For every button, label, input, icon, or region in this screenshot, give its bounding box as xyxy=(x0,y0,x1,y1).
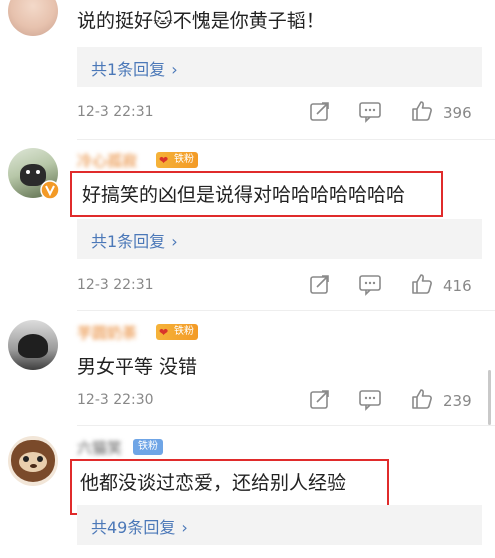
comment-time: 12-3 22:30 xyxy=(77,392,154,408)
reply-box: 共49条回复 › xyxy=(77,505,482,545)
username[interactable]: 六猫笑 xyxy=(77,437,122,458)
divider xyxy=(77,425,495,426)
share-icon[interactable] xyxy=(308,100,332,124)
avatar[interactable] xyxy=(8,436,58,486)
fan-badge: 铁粉 xyxy=(133,439,163,455)
comment-icon[interactable] xyxy=(358,389,382,411)
thumbs-up-icon[interactable] xyxy=(410,99,434,123)
view-replies-link[interactable]: 共1条回复 › xyxy=(91,56,178,80)
divider xyxy=(77,310,495,311)
chevron-right-icon: › xyxy=(171,60,178,79)
thumbs-up-icon[interactable] xyxy=(410,272,434,296)
comment-time: 12-3 22:31 xyxy=(77,104,154,120)
username[interactable]: 冷心孤寂 xyxy=(77,150,137,171)
share-icon[interactable] xyxy=(308,388,332,412)
chevron-right-icon: › xyxy=(181,518,188,537)
view-replies-link[interactable]: 共1条回复 › xyxy=(91,228,178,252)
like-count: 396 xyxy=(443,104,472,122)
comment-icon[interactable] xyxy=(358,274,382,296)
heart-icon: ❤ xyxy=(159,326,169,339)
chevron-right-icon: › xyxy=(171,232,178,251)
share-icon[interactable] xyxy=(308,273,332,297)
fan-badge: ❤ 铁粉 xyxy=(156,324,198,340)
like-count: 239 xyxy=(443,392,472,410)
view-replies-link[interactable]: 共49条回复 › xyxy=(91,514,188,538)
comment-icon[interactable] xyxy=(358,101,382,123)
divider xyxy=(77,139,495,140)
scrollbar[interactable] xyxy=(488,370,491,425)
comment-text: 男女平等 没错 xyxy=(77,356,198,378)
verified-icon xyxy=(40,180,60,200)
comment-text: 说的挺好🐱不愧是你黄子韬！ xyxy=(77,10,325,32)
like-count: 416 xyxy=(443,277,472,295)
username[interactable]: 芋圆奶茶 xyxy=(77,322,137,343)
heart-icon: ❤ xyxy=(159,154,169,167)
fan-badge: ❤ 铁粉 xyxy=(156,152,198,168)
reply-box: 共1条回复 › xyxy=(77,219,482,259)
avatar[interactable] xyxy=(8,320,58,370)
avatar[interactable] xyxy=(8,0,58,36)
highlight-box xyxy=(70,171,443,217)
thumbs-up-icon[interactable] xyxy=(410,387,434,411)
comment-time: 12-3 22:31 xyxy=(77,277,154,293)
reply-box: 共1条回复 › xyxy=(77,47,482,87)
